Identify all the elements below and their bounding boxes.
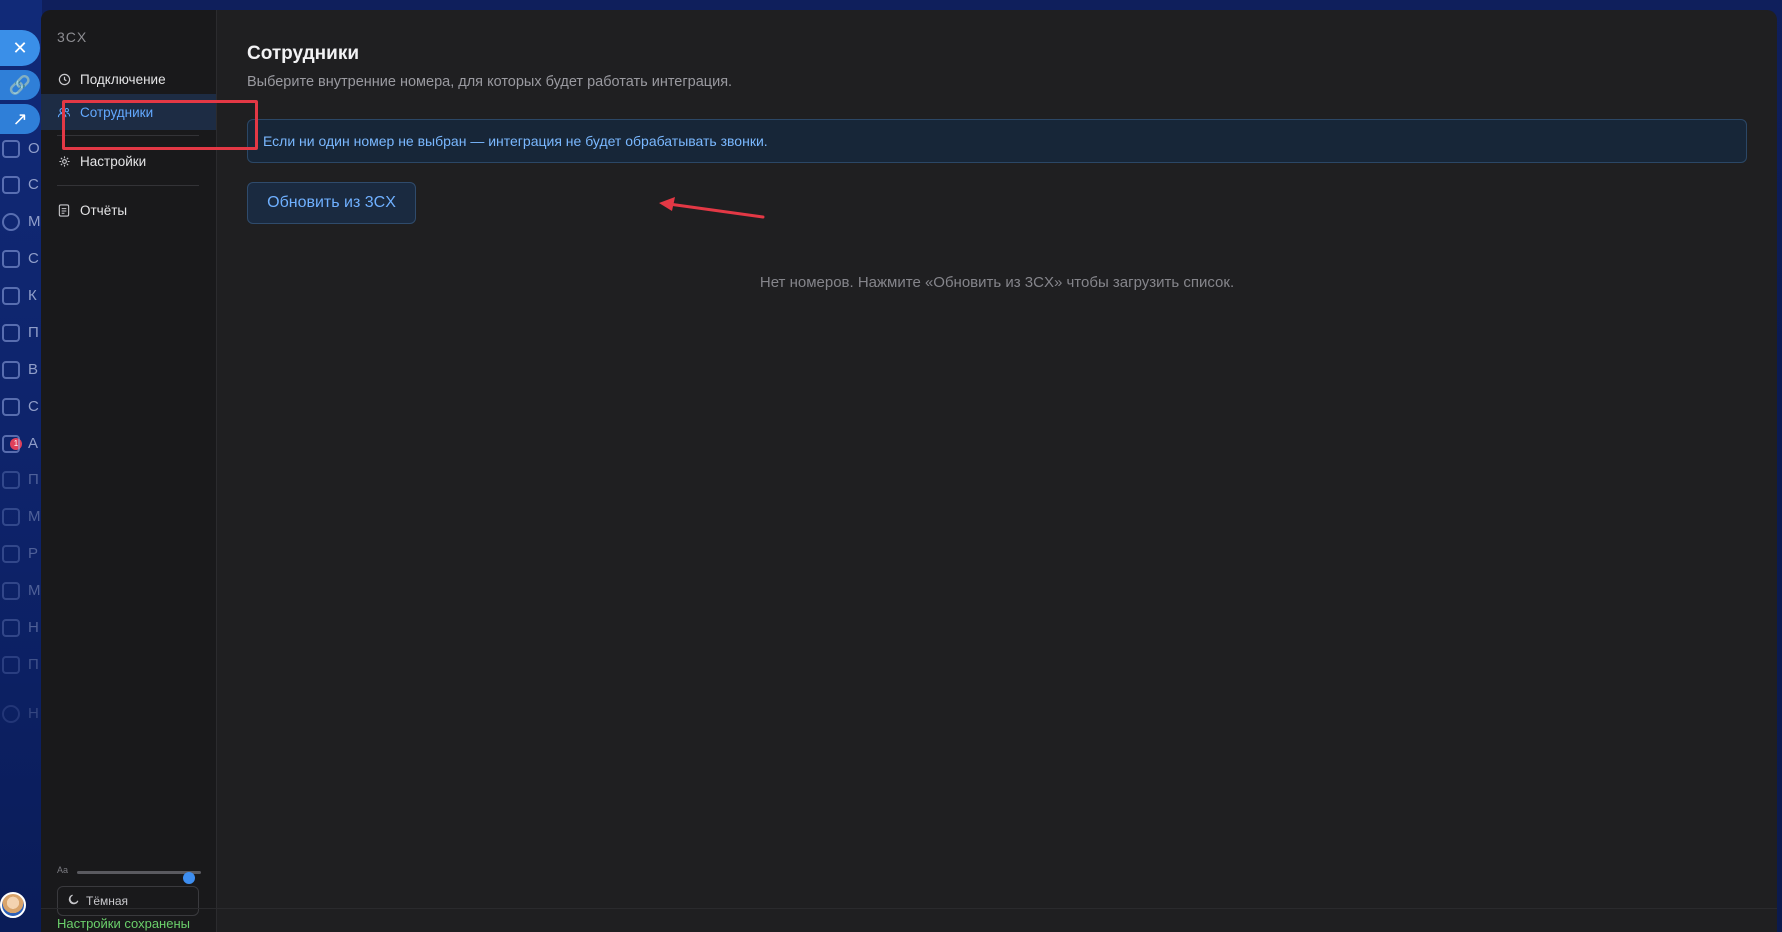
moon-icon	[68, 894, 79, 908]
building-icon	[2, 176, 20, 194]
rail-letter: Н	[28, 705, 39, 722]
sidebar-item-label: Отчёты	[80, 202, 128, 218]
save-status: Настройки сохранены	[57, 916, 190, 931]
mcp-icon	[2, 582, 20, 600]
rail-letter: С	[28, 176, 39, 193]
rail-letter: В	[28, 361, 39, 378]
font-size-control: Aa	[57, 865, 201, 884]
clock-icon	[57, 72, 71, 86]
rail-letter: Н	[28, 619, 39, 636]
rail-letter: М	[28, 582, 41, 599]
info-banner: Если ни один номер не выбран — интеграци…	[247, 119, 1747, 163]
bar-chart-icon	[2, 361, 20, 379]
chat-icon	[2, 398, 20, 416]
rail-letter: А	[28, 435, 39, 452]
link-icon[interactable]: 🔗	[0, 70, 40, 100]
close-button[interactable]: ✕	[0, 30, 40, 66]
sidebar-item-connection[interactable]: Подключение	[41, 61, 216, 97]
annotation-highlight-box	[62, 100, 258, 150]
external-icon[interactable]: ↗	[0, 104, 40, 134]
font-size-slider[interactable]	[77, 871, 201, 884]
rail-letter: О	[28, 140, 40, 157]
wave-icon	[2, 508, 20, 526]
annotation-arrow-icon	[659, 197, 765, 219]
rail-letter: П	[28, 656, 39, 673]
footer-divider	[41, 908, 1777, 909]
rail-letter: П	[28, 324, 39, 341]
rail-letter: П	[28, 471, 39, 488]
modal-title: 3CX	[57, 29, 88, 45]
rail-letter: С	[28, 398, 39, 415]
puzzle-icon	[2, 471, 20, 489]
cart-icon	[2, 250, 20, 268]
info-text: Если ни один номер не выбран — интеграци…	[263, 133, 768, 149]
edit-icon	[2, 287, 20, 305]
report-icon	[57, 203, 71, 217]
code-icon	[2, 545, 20, 563]
theme-label: Тёмная	[86, 894, 129, 908]
pen-icon	[2, 324, 20, 342]
avatar[interactable]	[0, 892, 26, 918]
settings-icon	[2, 705, 20, 723]
integration-modal: 3CX Подключение Сотрудники Настройки Отч…	[41, 10, 1777, 932]
target-icon	[2, 213, 20, 231]
calendar-icon	[2, 140, 20, 158]
rail-letter: М	[28, 213, 41, 230]
sidebar-item-reports[interactable]: Отчёты	[41, 192, 216, 228]
slider-handle[interactable]	[182, 872, 195, 884]
refresh-from-3cx-button[interactable]: Обновить из 3CX	[247, 182, 416, 224]
background-rail: ✕ 🔗 ↗ О С М С К П В С 1 А П М Р М Н П Н	[0, 0, 42, 932]
theme-toggle-button[interactable]: Тёмная	[57, 886, 199, 916]
check-icon	[2, 656, 20, 674]
page-title: Сотрудники	[247, 43, 360, 64]
robot-icon	[2, 435, 20, 453]
main-content: Сотрудники Выберите внутренние номера, д…	[247, 10, 1747, 932]
page-subtitle: Выберите внутренние номера, для которых …	[247, 74, 733, 90]
sidebar-item-label: Настройки	[80, 153, 147, 169]
font-size-label: Aa	[57, 865, 69, 875]
rail-letter: К	[28, 287, 37, 304]
empty-state: Нет номеров. Нажмите «Обновить из 3CX» ч…	[759, 274, 1235, 291]
sidebar-item-label: Подключение	[80, 71, 166, 87]
rail-letter: Р	[28, 545, 39, 562]
integration-icon	[2, 619, 20, 637]
divider	[57, 185, 199, 186]
rail-letter: С	[28, 250, 39, 267]
rail-letter: М	[28, 508, 41, 525]
gear-icon	[57, 154, 71, 168]
